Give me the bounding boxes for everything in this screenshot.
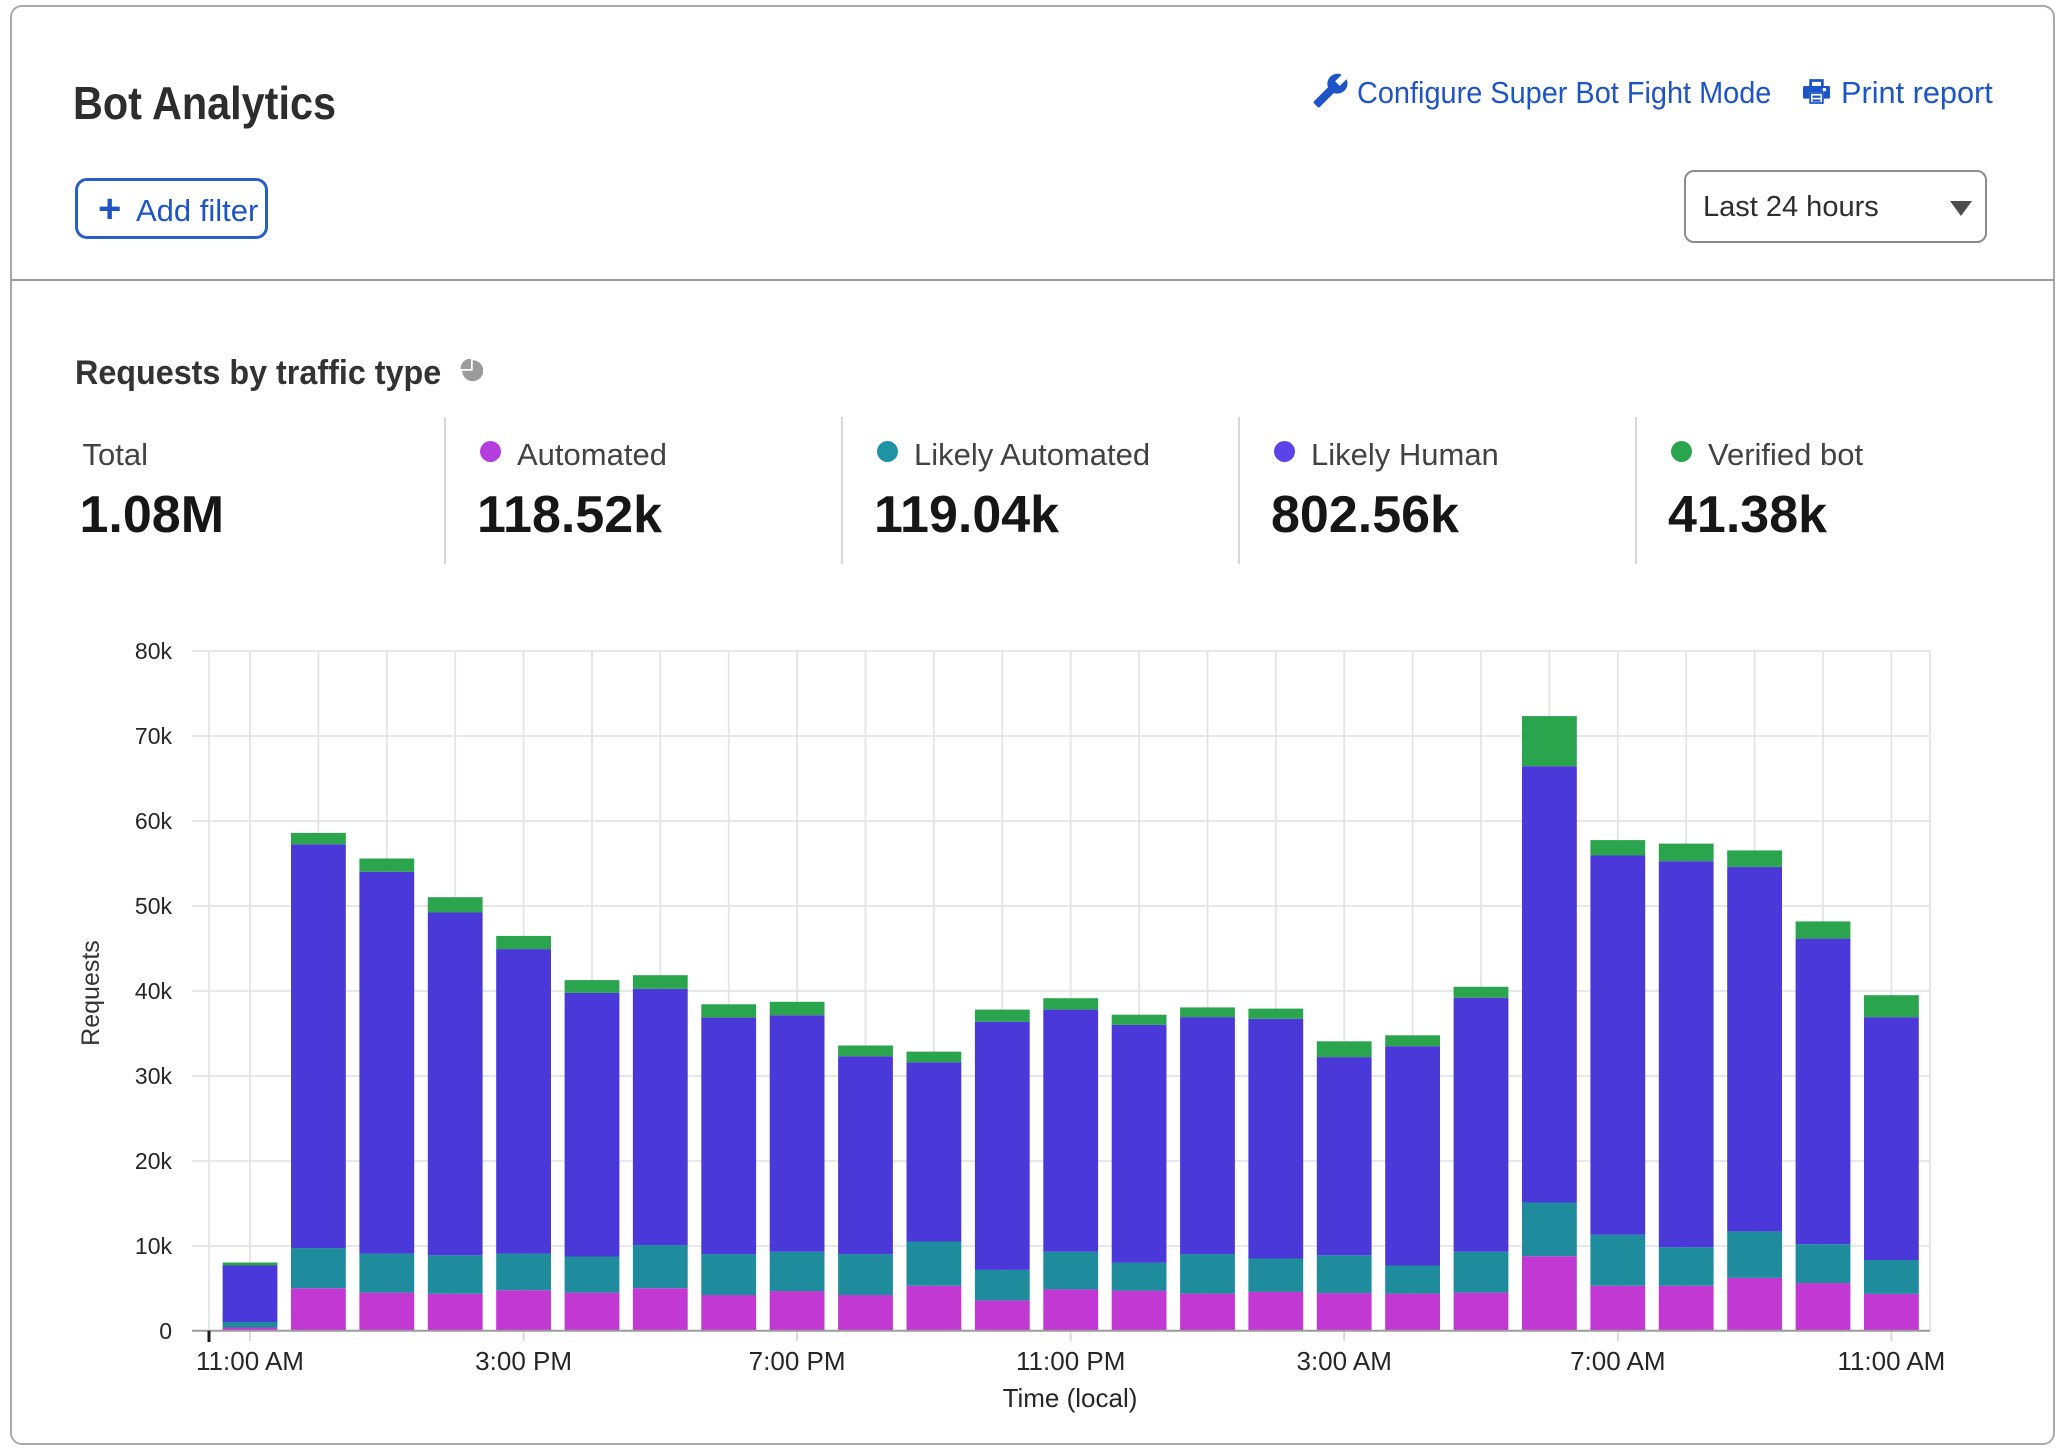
- svg-text:11:00 PM: 11:00 PM: [1016, 1346, 1125, 1376]
- svg-text:20k: 20k: [135, 1148, 173, 1174]
- svg-text:11:00 AM: 11:00 AM: [196, 1346, 304, 1376]
- svg-text:60k: 60k: [135, 808, 173, 834]
- svg-text:70k: 70k: [135, 723, 173, 749]
- svg-text:3:00 PM: 3:00 PM: [475, 1346, 572, 1376]
- svg-text:Time (local): Time (local): [1003, 1383, 1138, 1413]
- svg-text:7:00 PM: 7:00 PM: [749, 1346, 846, 1376]
- svg-text:80k: 80k: [135, 638, 173, 664]
- svg-text:Requests: Requests: [77, 940, 105, 1046]
- svg-text:50k: 50k: [135, 893, 173, 919]
- svg-text:40k: 40k: [135, 978, 173, 1004]
- svg-text:3:00 AM: 3:00 AM: [1296, 1346, 1391, 1376]
- svg-text:11:00 AM: 11:00 AM: [1837, 1346, 1945, 1376]
- svg-text:0: 0: [159, 1318, 172, 1344]
- svg-text:10k: 10k: [135, 1233, 173, 1259]
- svg-text:30k: 30k: [135, 1063, 173, 1089]
- svg-text:7:00 AM: 7:00 AM: [1570, 1346, 1665, 1376]
